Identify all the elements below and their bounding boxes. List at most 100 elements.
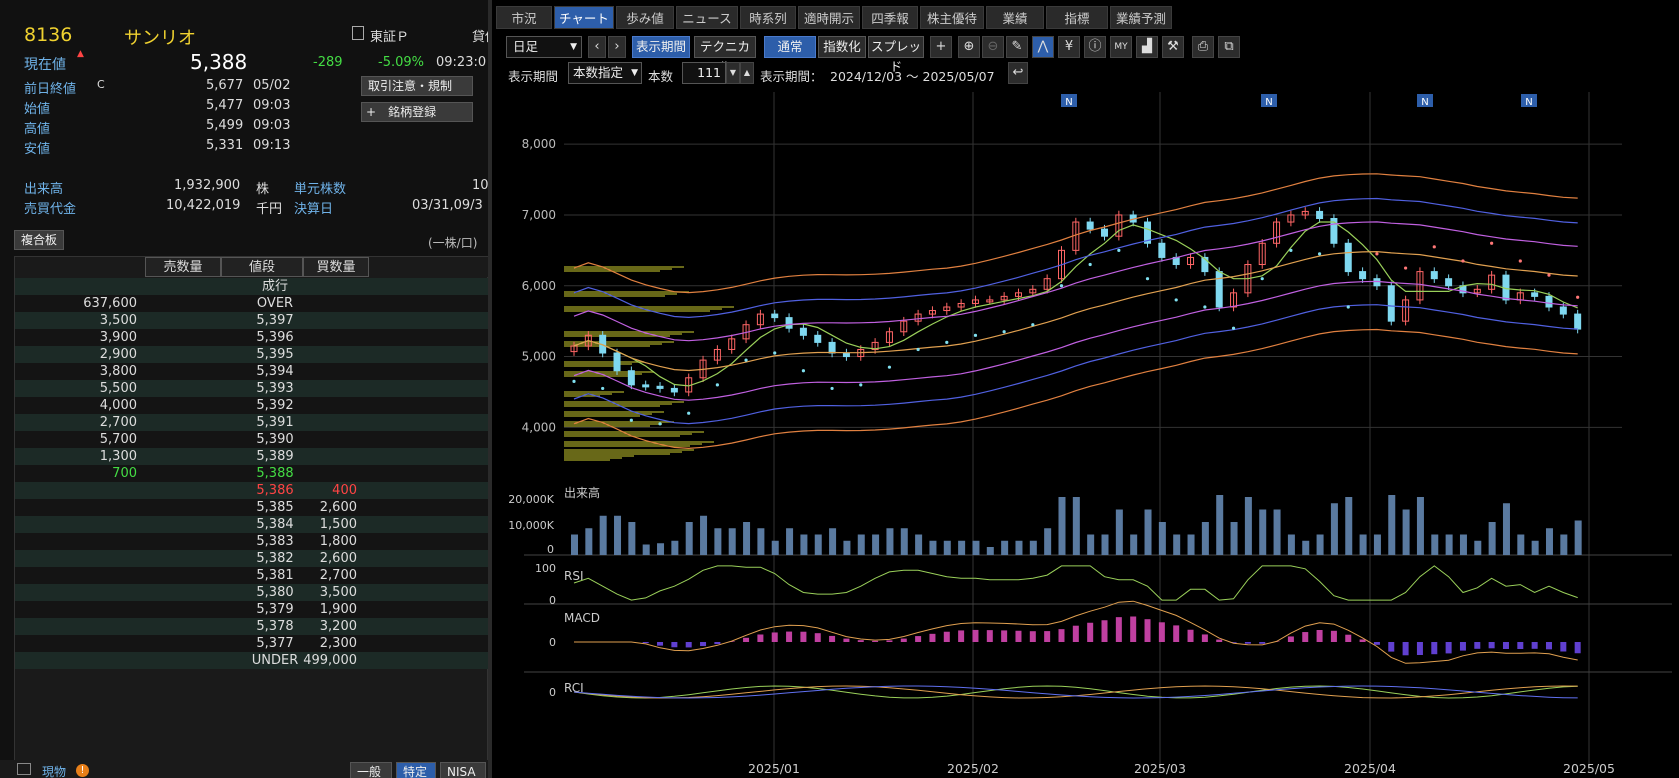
news-marker-label: N [1065, 97, 1072, 108]
chart-area[interactable]: 8,000 7,000 6,000 5,000 4,000 2025/01 2025/02 2… [496, 92, 1679, 778]
order-book-row[interactable]: 1,300 5,389 [15, 448, 488, 465]
alert-icon[interactable]: ! [76, 764, 89, 777]
tab-5[interactable]: 適時開示 [798, 6, 860, 29]
count-up-icon[interactable]: ▲ [740, 62, 754, 84]
tab-10[interactable]: 業績予測 [1110, 6, 1172, 29]
popout-icon[interactable]: ⧉ [1218, 36, 1240, 58]
order-book-row[interactable]: 5,379 1,900 [15, 601, 488, 618]
order-book-row[interactable]: 3,900 5,396 [15, 329, 488, 346]
volume-bar [1517, 534, 1525, 555]
spot-label: 現物 [42, 765, 67, 778]
range-mode-select[interactable]: 本数指定 ▼ [568, 62, 642, 84]
order-book-row[interactable]: 5,377 2,300 [15, 635, 488, 652]
yen-icon[interactable]: ¥ [1058, 36, 1080, 58]
macd-hist-bar [843, 638, 850, 642]
order-book-row[interactable]: UNDER 499,000 [15, 652, 488, 669]
macd-hist-bar [1244, 642, 1251, 644]
prev-date: 05/02 [253, 78, 291, 93]
reset-icon[interactable]: ↩ [1008, 62, 1028, 84]
combined-board-button[interactable]: 複合板 [14, 230, 64, 250]
pencil-icon[interactable]: ✎ [1006, 36, 1028, 58]
turnover-value: 10,422,019 [166, 198, 241, 213]
tab-8[interactable]: 業績 [986, 6, 1044, 29]
order-book-row[interactable]: 5,382 2,600 [15, 550, 488, 567]
tab-1[interactable]: チャート [554, 6, 614, 29]
price-cell: 5,389 [256, 449, 294, 464]
sar-dot [658, 422, 662, 426]
market-label: 東証Ｐ [370, 30, 410, 45]
info-icon[interactable]: ⓘ [1084, 36, 1106, 58]
spread-button[interactable]: スプレッド [868, 36, 924, 74]
show-period-button[interactable]: 表示期間 [632, 36, 690, 58]
tab-3[interactable]: ニュース [676, 6, 738, 29]
price-cell: 5,395 [256, 347, 294, 362]
volume-bar [814, 534, 822, 555]
order-book-row[interactable]: 3,500 5,397 [15, 312, 488, 329]
volume-bar [1488, 522, 1496, 555]
macd-hist-bar [757, 634, 764, 642]
volume-bar [1273, 509, 1281, 555]
zoom-out-icon[interactable]: ⊖ [982, 36, 1004, 58]
order-book-row[interactable]: 637,600 OVER [15, 295, 488, 312]
candle-body [670, 387, 678, 393]
general-button[interactable]: 一般 [350, 762, 392, 778]
prev-arrow-icon[interactable]: ‹ [588, 36, 606, 58]
order-book-row[interactable]: 700 5,388 [15, 465, 488, 482]
count-down-icon[interactable]: ▼ [726, 62, 740, 84]
nisa-button[interactable]: NISA [440, 762, 486, 778]
zoom-in-icon[interactable]: ⊕ [958, 36, 980, 58]
volume-bar [1201, 522, 1209, 555]
order-book-row[interactable]: 5,381 2,700 [15, 567, 488, 584]
rules-button[interactable]: 取引注意・規制 [361, 76, 473, 96]
order-book-row[interactable]: 2,900 5,395 [15, 346, 488, 363]
period-select-value: 日足 [513, 39, 539, 54]
macd-hist-bar [642, 642, 649, 644]
my-chart-icon[interactable]: MY [1110, 36, 1132, 58]
tab-4[interactable]: 時系列 [740, 6, 796, 29]
volume-bar [1144, 509, 1152, 555]
period-select[interactable]: 日足 ▼ [506, 36, 582, 58]
order-book-row[interactable]: 5,385 2,600 [15, 499, 488, 516]
tab-9[interactable]: 指標 [1046, 6, 1108, 29]
order-book-row[interactable]: 5,384 1,500 [15, 516, 488, 533]
tab-6[interactable]: 四季報 [862, 6, 918, 29]
crosshair-icon[interactable]: + [930, 36, 952, 58]
order-book-row[interactable]: 5,700 5,390 [15, 431, 488, 448]
register-button[interactable]: + 銘柄登録 [361, 102, 473, 122]
count-input[interactable]: 111 [682, 62, 726, 84]
volume-bar [1029, 540, 1037, 555]
volume-bar [929, 540, 937, 555]
technical-button[interactable]: テクニカル [694, 36, 756, 74]
volume-bar [1431, 534, 1439, 555]
order-book-row[interactable]: 5,380 3,500 [15, 584, 488, 601]
order-book-row[interactable]: 5,386 400 [15, 482, 488, 499]
normal-button[interactable]: 通常 [764, 36, 816, 58]
tab-2[interactable]: 歩み値 [616, 6, 674, 29]
document-icon[interactable] [352, 26, 364, 40]
register-label: 銘柄登録 [388, 105, 437, 119]
area-chart-icon[interactable]: ▟ [1136, 36, 1158, 58]
specific-button[interactable]: 特定 [396, 762, 436, 778]
wrench-icon[interactable]: ⚒ [1162, 36, 1184, 58]
order-book-row[interactable]: 5,378 3,200 [15, 618, 488, 635]
order-book-row[interactable]: 2,700 5,391 [15, 414, 488, 431]
unit-label: 単元株数 [294, 182, 347, 197]
print-icon[interactable]: ⎙ [1192, 36, 1214, 58]
macd-hist-bar [743, 637, 750, 642]
candle-body [1158, 242, 1166, 258]
candle-body [1316, 210, 1324, 219]
index-button[interactable]: 指数化 [818, 36, 866, 58]
window-icon[interactable] [17, 763, 31, 775]
order-book-row[interactable]: 4,000 5,392 [15, 397, 488, 414]
tab-7[interactable]: 株主優待 [920, 6, 984, 29]
macd-hist-bar [929, 633, 936, 642]
line-tool-icon[interactable]: ⋀ [1032, 36, 1054, 58]
tab-0[interactable]: 市況 [496, 6, 552, 29]
sar-dot [1432, 245, 1436, 249]
order-book-row[interactable]: 5,500 5,393 [15, 380, 488, 397]
order-book-row[interactable]: 3,800 5,394 [15, 363, 488, 380]
order-book-row[interactable]: 5,383 1,800 [15, 533, 488, 550]
next-arrow-icon[interactable]: › [608, 36, 626, 58]
market-order-row[interactable]: 成行 [15, 278, 488, 295]
macd-hist-bar [1402, 642, 1409, 656]
